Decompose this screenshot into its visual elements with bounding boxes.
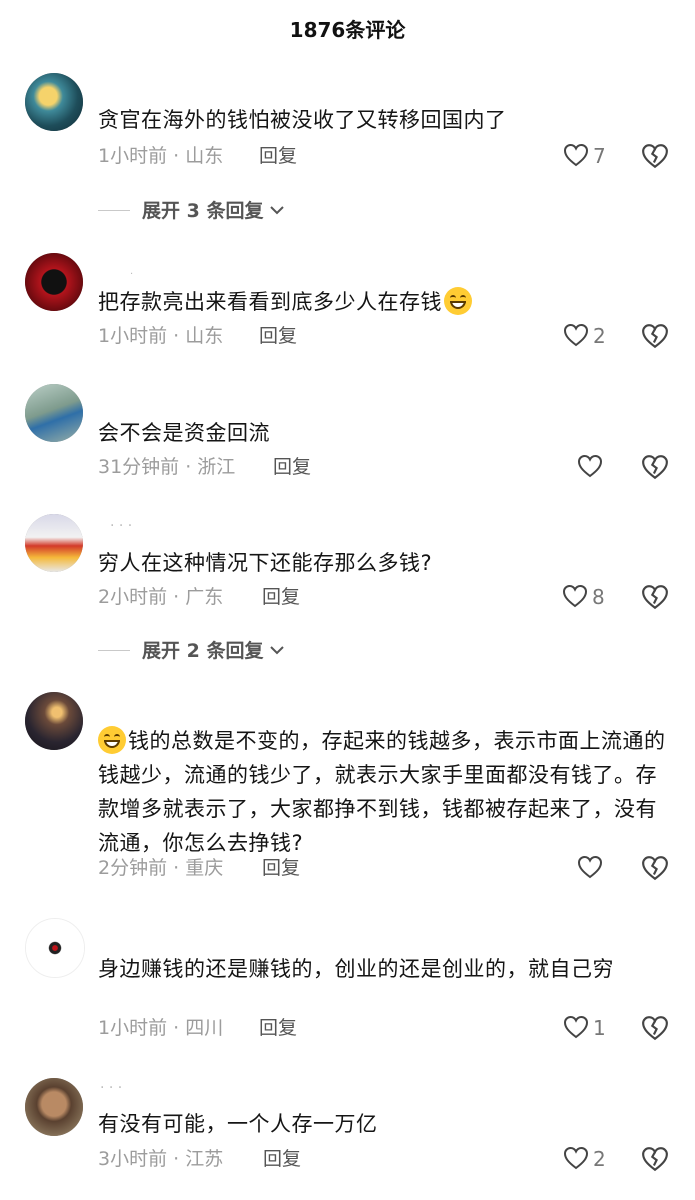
broken-heart-icon — [642, 856, 668, 881]
like-button[interactable]: 7 — [563, 141, 613, 171]
reply-button[interactable]: 回复 — [262, 584, 300, 610]
comment-text: 会不会是资金回流 — [98, 421, 270, 445]
like-count: 2 — [593, 324, 606, 348]
reply-button[interactable]: 回复 — [259, 1015, 297, 1041]
dislike-button[interactable] — [641, 143, 669, 171]
laughing-tears-face-icon — [98, 726, 126, 754]
like-button[interactable] — [577, 452, 607, 482]
dislike-button[interactable] — [641, 1015, 669, 1043]
comment-text: 身边赚钱的还是赚钱的，创业的还是创业的，就自己穷 — [98, 957, 614, 981]
broken-heart-icon — [642, 324, 668, 349]
divider — [98, 650, 130, 651]
like-count: 8 — [592, 585, 605, 609]
expand-replies-label: 展开 3 条回复 — [142, 200, 264, 222]
grinning-face-icon — [444, 287, 472, 315]
divider — [98, 210, 130, 211]
comment-text-body: 钱的总数是不变的，存起来的钱越多，表示市面上流通的钱越少，流通的钱少了，就表示大… — [98, 729, 666, 855]
heart-outline-icon — [577, 855, 603, 879]
broken-heart-icon — [642, 585, 668, 610]
like-button[interactable]: 2 — [563, 1144, 613, 1174]
dislike-button[interactable] — [641, 584, 669, 612]
heart-outline-icon — [562, 584, 588, 608]
like-button[interactable]: 2 — [563, 321, 613, 351]
heart-outline-icon — [577, 454, 603, 478]
like-count: 7 — [593, 144, 606, 168]
avatar[interactable] — [25, 918, 85, 978]
reply-button[interactable]: 回复 — [259, 143, 297, 169]
reply-button[interactable]: 回复 — [259, 323, 297, 349]
blurred-username: · · · — [100, 1080, 123, 1092]
comment-text: 穷人在这种情况下还能存那么多钱? — [98, 551, 433, 575]
like-button[interactable]: 8 — [562, 582, 612, 612]
dislike-button[interactable] — [641, 454, 669, 482]
avatar[interactable] — [25, 514, 83, 572]
broken-heart-icon — [642, 144, 668, 169]
comment-text: 钱的总数是不变的，存起来的钱越多，表示市面上流通的钱越少，流通的钱少了，就表示大… — [98, 724, 673, 860]
heart-outline-icon — [563, 143, 589, 167]
like-button[interactable]: 1 — [563, 1013, 613, 1043]
reply-button[interactable]: 回复 — [263, 1146, 301, 1172]
comment-meta: 1小时前 · 四川 — [98, 1017, 224, 1039]
avatar[interactable] — [25, 692, 83, 750]
comment-meta: 3小时前 · 江苏 — [98, 1148, 224, 1170]
reply-button[interactable]: 回复 — [273, 454, 311, 480]
comment-meta: 2小时前 · 广东 — [98, 586, 224, 608]
comment-meta: 1小时前 · 山东 — [98, 325, 224, 347]
chevron-down-icon — [270, 206, 284, 215]
comment-text: 有没有可能，一个人存一万亿 — [98, 1112, 378, 1136]
avatar[interactable] — [25, 384, 83, 442]
comment-meta: 2分钟前 · 重庆 — [98, 857, 224, 879]
avatar[interactable] — [25, 73, 83, 131]
expand-replies-button[interactable]: 展开 2 条回复 — [98, 636, 298, 666]
like-count: 1 — [593, 1016, 606, 1040]
blurred-username: · — [130, 269, 134, 280]
dislike-button[interactable] — [641, 1146, 669, 1174]
dislike-button[interactable] — [641, 323, 669, 351]
heart-outline-icon — [563, 323, 589, 347]
heart-outline-icon — [563, 1146, 589, 1170]
heart-outline-icon — [563, 1015, 589, 1039]
like-count: 2 — [593, 1147, 606, 1171]
like-button[interactable] — [577, 853, 607, 883]
avatar[interactable] — [25, 1078, 83, 1136]
blurred-username: · · · — [110, 518, 133, 530]
comments-count-title: 1876条评论 — [289, 18, 406, 42]
dislike-button[interactable] — [641, 855, 669, 883]
broken-heart-icon — [642, 1016, 668, 1041]
broken-heart-icon — [642, 1147, 668, 1172]
comment-meta: 31分钟前 · 浙江 — [98, 456, 236, 478]
comment-text-body: 把存款亮出来看看到底多少人在存钱 — [98, 290, 442, 314]
broken-heart-icon — [642, 455, 668, 480]
chevron-down-icon — [270, 646, 284, 655]
comment-meta: 1小时前 · 山东 — [98, 145, 224, 167]
reply-button[interactable]: 回复 — [262, 855, 300, 881]
expand-replies-label: 展开 2 条回复 — [142, 640, 264, 662]
avatar[interactable] — [25, 253, 83, 311]
comment-text: 贪官在海外的钱怕被没收了又转移回国内了 — [98, 108, 507, 132]
expand-replies-button[interactable]: 展开 3 条回复 — [98, 196, 298, 226]
comment-text: 把存款亮出来看看到底多少人在存钱 — [98, 285, 668, 319]
